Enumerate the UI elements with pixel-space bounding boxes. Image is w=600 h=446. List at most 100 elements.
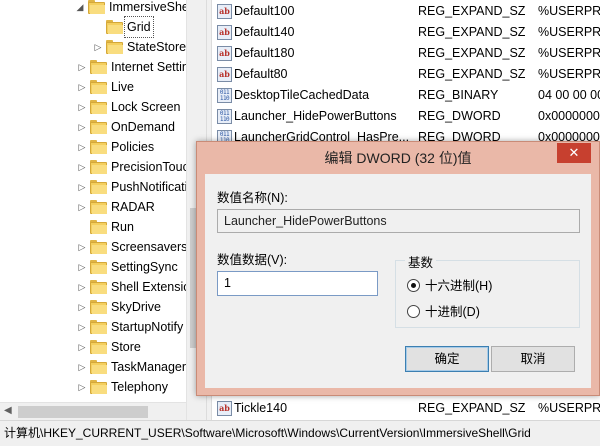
value-type: REG_BINARY xyxy=(418,88,499,102)
tree-item-label: Screensavers xyxy=(111,240,188,254)
folder-icon xyxy=(90,80,107,94)
expand-arrow-icon[interactable]: ▷ xyxy=(77,137,87,157)
folder-icon xyxy=(90,260,107,274)
value-data: %USERPROFILE% xyxy=(538,46,600,60)
tree-item-label: SettingSync xyxy=(111,260,178,274)
expand-arrow-icon[interactable]: ▷ xyxy=(77,317,87,337)
tree-item[interactable]: ▷ Telephony xyxy=(0,377,186,397)
expand-arrow-icon[interactable]: ▷ xyxy=(77,337,87,357)
value-row[interactable]: abDefault80 REG_EXPAND_SZ %USERPROFILE% xyxy=(212,64,600,85)
folder-icon xyxy=(90,360,107,374)
tree-item[interactable]: Grid xyxy=(0,16,186,38)
expand-arrow-icon[interactable]: ▷ xyxy=(77,157,87,177)
tree-item-label: StateStore xyxy=(127,40,187,54)
value-row[interactable]: abDefault180 REG_EXPAND_SZ %USERPROFILE% xyxy=(212,43,600,64)
value-name: Default80 xyxy=(234,67,288,81)
tree-item[interactable]: ▷ RADAR xyxy=(0,197,186,217)
tree-item-label: Store xyxy=(111,340,141,354)
folder-icon xyxy=(90,300,107,314)
tree-item[interactable]: ▷ TaskManager xyxy=(0,357,186,377)
tree-item[interactable]: ▷ Policies xyxy=(0,137,186,157)
value-data: 04 00 00 00 xyxy=(538,88,600,102)
value-data-label: 数值数据(V): xyxy=(217,253,288,267)
value-row-tickle140[interactable]: ab Tickle140 REG_EXPAND_SZ %USERPROFILE% xyxy=(212,398,600,419)
dec-radio-button[interactable] xyxy=(407,305,420,318)
tree-item[interactable]: ▷ Shell Extensions xyxy=(0,277,203,297)
folder-icon xyxy=(90,200,107,214)
folder-icon xyxy=(106,20,123,34)
tree-item[interactable]: Run xyxy=(0,217,186,237)
registry-tree-pane[interactable]: ◢ ImmersiveShell Grid ▷ StateStore ▷ Internet … xyxy=(0,0,206,420)
value-name: DesktopTileCachedData xyxy=(234,88,370,102)
value-name: Tickle140 xyxy=(234,401,288,415)
expand-arrow-icon[interactable]: ▷ xyxy=(77,57,87,77)
value-data: %USERPROFILE% xyxy=(538,401,600,415)
value-type: REG_EXPAND_SZ xyxy=(418,4,526,18)
tree-item-label: Grid xyxy=(124,16,154,38)
cancel-button[interactable]: 取消 xyxy=(491,346,575,372)
tree-item[interactable]: ▷ Store xyxy=(0,337,186,357)
expand-arrow-icon[interactable]: ▷ xyxy=(77,357,87,377)
close-button[interactable]: ✕ xyxy=(557,143,591,163)
tree-item[interactable]: ▷ OnDemand xyxy=(0,117,186,137)
expand-arrow-icon[interactable]: ▷ xyxy=(77,97,87,117)
tree-item[interactable]: ▷ Internet Settings xyxy=(0,57,202,77)
value-data: %USERPROFILE% xyxy=(538,4,600,18)
tree-item[interactable]: ▷ SkyDrive xyxy=(0,297,186,317)
value-name: Launcher_HidePowerButtons xyxy=(234,109,397,123)
tree-horizontal-scrollbar[interactable]: ◀ xyxy=(0,402,186,420)
value-row[interactable]: 011 110 DesktopTileCachedData REG_BINARY 04… xyxy=(212,85,600,106)
dialog-body: 数值名称(N): Launcher_HidePowerButtons 数值数据(… xyxy=(205,174,591,388)
tree-item[interactable]: ▷ StartupNotify xyxy=(0,317,186,337)
expand-arrow-icon[interactable]: ▷ xyxy=(77,77,87,97)
tree-item[interactable]: ▷ PushNotifications xyxy=(0,177,206,197)
tree-item[interactable]: ▷ SettingSync xyxy=(0,257,186,277)
value-row[interactable]: 011 110 Launcher_HidePowerButtons REG_DWOR… xyxy=(212,106,600,127)
tree-item-label: Run xyxy=(111,220,134,234)
binary-value-icon: 011 110 xyxy=(217,88,232,103)
folder-icon xyxy=(90,280,107,294)
value-data-input[interactable]: 1 xyxy=(217,271,378,296)
folder-icon xyxy=(90,340,107,354)
folder-icon xyxy=(106,40,123,54)
tree-item[interactable]: ▷ Screensavers xyxy=(0,237,188,257)
hex-radio-label: 十六进制(H) xyxy=(425,279,493,293)
tree-item[interactable]: ▷ StateStore xyxy=(0,37,186,57)
expand-arrow-icon[interactable]: ▷ xyxy=(77,197,87,217)
hex-radio-button[interactable] xyxy=(407,279,420,292)
folder-icon xyxy=(90,220,107,234)
expand-arrow-icon[interactable]: ▷ xyxy=(77,377,87,397)
expand-arrow-icon[interactable]: ▷ xyxy=(77,237,87,257)
scroll-left-icon[interactable]: ◀ xyxy=(4,405,12,416)
tree-item[interactable]: ◢ ImmersiveShell xyxy=(0,0,194,17)
expand-arrow-icon[interactable]: ▷ xyxy=(77,257,87,277)
string-value-icon: ab xyxy=(217,401,232,416)
expand-arrow-icon[interactable]: ▷ xyxy=(77,277,87,297)
value-row[interactable]: abDefault140 REG_EXPAND_SZ %USERPROFILE% xyxy=(212,22,600,43)
edit-dword-dialog: 编辑 DWORD (32 位)值 ✕ 数值名称(N): Launcher_Hid… xyxy=(196,141,600,396)
expand-arrow-icon[interactable]: ▷ xyxy=(77,177,87,197)
tree-item[interactable]: ▷PrecisionTouchPad xyxy=(0,157,206,177)
value-row[interactable]: abDefault100 REG_EXPAND_SZ %USERPROFILE% xyxy=(212,1,600,22)
folder-icon xyxy=(88,0,105,14)
expand-arrow-icon[interactable]: ▷ xyxy=(93,37,103,57)
folder-icon xyxy=(90,320,107,334)
dec-radio-label: 十进制(D) xyxy=(425,305,480,319)
value-name-field: Launcher_HidePowerButtons xyxy=(217,209,580,233)
folder-icon xyxy=(90,160,107,174)
tree-horizontal-scroll-thumb[interactable] xyxy=(18,406,148,418)
tree-item-label: Policies xyxy=(111,140,155,154)
tree-item-label: StartupNotify xyxy=(111,320,184,334)
expand-arrow-icon[interactable]: ▷ xyxy=(77,297,87,317)
tree-item[interactable]: ▷ Lock Screen xyxy=(0,97,186,117)
folder-icon xyxy=(90,240,107,254)
value-name: Default180 xyxy=(234,46,295,60)
expand-arrow-icon[interactable]: ◢ xyxy=(75,0,85,17)
ok-button[interactable]: 确定 xyxy=(405,346,489,372)
expand-arrow-icon[interactable]: ▷ xyxy=(77,117,87,137)
base-group-label: 基数 xyxy=(405,252,437,271)
tree-item-label: Telephony xyxy=(111,380,168,394)
tree-item[interactable]: ▷ Live xyxy=(0,77,186,97)
